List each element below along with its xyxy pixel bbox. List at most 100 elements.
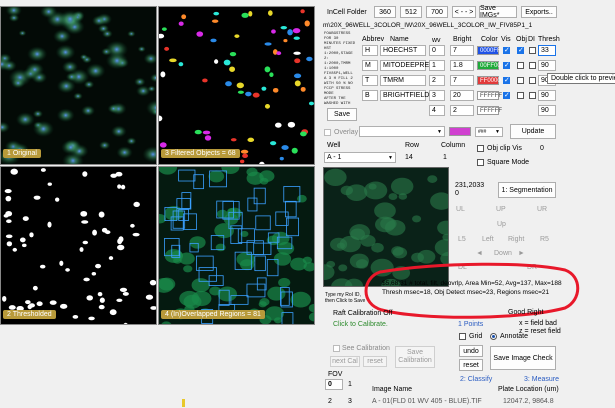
- thresholded-panel[interactable]: 2 Thresholded: [0, 166, 157, 325]
- regions-image: [159, 167, 314, 324]
- channel-color-swatch[interactable]: FFFFFF: [477, 91, 502, 100]
- grid-checkbox[interactable]: [459, 333, 466, 340]
- save-image-check-button[interactable]: Save Image Check: [490, 346, 556, 370]
- folder-path: m\20X_96WELL_3COLOR_IW\20X_96WELL_3COLOR…: [323, 22, 533, 29]
- nav-up-small[interactable]: Up: [497, 221, 506, 228]
- measure-link[interactable]: 3: Measure: [524, 376, 559, 383]
- save-button[interactable]: Save: [327, 108, 357, 121]
- reset-points-button[interactable]: reset: [459, 359, 483, 371]
- nav-ul[interactable]: UL: [456, 206, 465, 213]
- channel-wv-input[interactable]: 1: [429, 60, 445, 71]
- channel-bright-input[interactable]: 1.8: [450, 60, 474, 71]
- well-select[interactable]: A - 1 ▼: [324, 152, 396, 163]
- channel-wv-input[interactable]: 4: [429, 105, 445, 116]
- save-calibration-button[interactable]: Save Calibration: [395, 346, 435, 368]
- channel-bright-input[interactable]: 7: [450, 75, 474, 86]
- update-button[interactable]: Update: [510, 124, 556, 139]
- save-imgs-button[interactable]: Save IMGs*: [479, 5, 517, 19]
- annotate-radio[interactable]: [490, 333, 497, 340]
- channel-thresh-input[interactable]: 33: [538, 45, 556, 56]
- channel-obj-checkbox[interactable]: [517, 46, 524, 54]
- channel-vis-checkbox[interactable]: [503, 61, 510, 69]
- good-right-label: Good Right: [508, 309, 544, 316]
- channel-wv-input[interactable]: 2: [429, 75, 445, 86]
- overlay-checkbox[interactable]: [324, 129, 331, 136]
- channel-color-swatch[interactable]: 0000FF: [477, 46, 501, 55]
- fov-value: 0: [328, 381, 332, 388]
- channel-name-input[interactable]: BRIGHTFIELD: [380, 90, 429, 101]
- channel-wv-input[interactable]: 0: [429, 45, 445, 56]
- channel-obj-checkbox[interactable]: [517, 62, 524, 69]
- channel-color-swatch[interactable]: 00FF00: [477, 61, 501, 70]
- channel-abbrev-input[interactable]: B: [362, 90, 378, 101]
- filtered-objects-panel[interactable]: 3 Filtered Objects = 68: [158, 6, 315, 165]
- click-to-calibrate[interactable]: Click to Calibrate.: [333, 321, 388, 328]
- reset-cal-button[interactable]: reset: [363, 356, 387, 367]
- classify-link[interactable]: 2: Classify: [460, 376, 492, 383]
- channel-bright-input[interactable]: 2: [450, 105, 474, 116]
- channel-color-swatch[interactable]: FF0000: [477, 76, 501, 85]
- raft-calibration-status: Raft Calibration Off: [333, 310, 393, 317]
- channel-di-checkbox[interactable]: [529, 92, 536, 99]
- overlay-mode-select[interactable]: ### ▼: [475, 127, 503, 137]
- fov-input[interactable]: 0: [325, 379, 343, 390]
- channel-wv-input[interactable]: 3: [429, 90, 445, 101]
- channel-abbrev-input[interactable]: T: [362, 75, 378, 86]
- channel-thresh-input[interactable]: 90: [538, 60, 556, 71]
- channel-obj-checkbox[interactable]: [517, 92, 524, 99]
- undo-button[interactable]: undo: [459, 345, 483, 357]
- nav-down-left-icon[interactable]: ◄: [476, 250, 483, 257]
- channel-obj-checkbox[interactable]: [517, 77, 524, 84]
- square-mode-checkbox[interactable]: [477, 159, 484, 166]
- channel-color-swatch[interactable]: FFFFFF: [477, 106, 502, 115]
- next-cal-button[interactable]: next Cal: [330, 356, 360, 367]
- size-512-button[interactable]: 512: [400, 6, 422, 18]
- incell-folder-label: InCell Folder: [327, 9, 367, 16]
- nav-r5[interactable]: R5: [540, 236, 549, 243]
- nav-right[interactable]: Right: [508, 236, 524, 243]
- see-calibration-checkbox[interactable]: [333, 345, 340, 352]
- nav-up[interactable]: UP: [496, 206, 506, 213]
- overlay-color-swatch[interactable]: [449, 127, 471, 136]
- image-name-header: Image Name: [372, 386, 413, 393]
- original-image-panel[interactable]: 1 Original: [0, 6, 157, 165]
- obj-clip-vis-checkbox[interactable]: [477, 145, 484, 152]
- channel-abbrev-input[interactable]: H: [362, 45, 378, 56]
- channel-name-input[interactable]: TMRM: [380, 75, 426, 86]
- exports-button[interactable]: Exports..: [521, 6, 557, 18]
- channel-thresh-input[interactable]: 90: [538, 90, 556, 101]
- channel-di-checkbox[interactable]: [529, 47, 536, 54]
- nav-l5[interactable]: L5: [458, 236, 466, 243]
- channel-abbrev-input[interactable]: M: [362, 60, 378, 71]
- size-700-button[interactable]: 700: [426, 6, 448, 18]
- channel-di-checkbox[interactable]: [529, 77, 536, 84]
- channel-vis-checkbox[interactable]: [503, 91, 510, 99]
- well-value: A - 1: [327, 154, 342, 161]
- thresholded-image: [1, 167, 156, 324]
- experiment-info-text: FOABGSTRESS FOR 30 MINUTES FIXED HST 1:2…: [324, 32, 356, 106]
- channel-thresh-input[interactable]: 90: [538, 105, 556, 116]
- arrows-button[interactable]: < - - >: [452, 6, 476, 18]
- channel-di-checkbox[interactable]: [529, 62, 536, 69]
- channel-bright-input[interactable]: 7: [450, 45, 474, 56]
- segmentation-button[interactable]: 1: Segmentation: [498, 182, 556, 198]
- see-calibration-label: See Calibration: [342, 345, 390, 352]
- nav-left[interactable]: Left: [482, 236, 494, 243]
- row-number-1: 2: [328, 398, 332, 405]
- channel-vis-checkbox[interactable]: [503, 76, 510, 84]
- overlay-select[interactable]: ▼: [359, 126, 445, 137]
- field-bad-hint: x = field bad: [519, 320, 557, 327]
- nav-ur[interactable]: UR: [537, 206, 547, 213]
- nav-down-right-icon[interactable]: ►: [518, 250, 525, 257]
- points-count: 1 Points: [458, 321, 484, 328]
- nav-down[interactable]: Down: [494, 250, 512, 257]
- panel-label-regions: 4 (In)Overlapped Regions = 81: [161, 310, 265, 319]
- regions-panel[interactable]: 4 (In)Overlapped Regions = 81: [158, 166, 315, 325]
- channel-name-input[interactable]: MITODEEPRED: [380, 60, 434, 71]
- header-name: Name: [390, 36, 409, 43]
- channel-name-input[interactable]: HOECHST: [380, 45, 426, 56]
- channel-vis-checkbox[interactable]: [503, 46, 510, 54]
- fov-label: FOV: [328, 371, 343, 378]
- channel-bright-input[interactable]: 20: [450, 90, 474, 101]
- size-360-button[interactable]: 360: [374, 6, 396, 18]
